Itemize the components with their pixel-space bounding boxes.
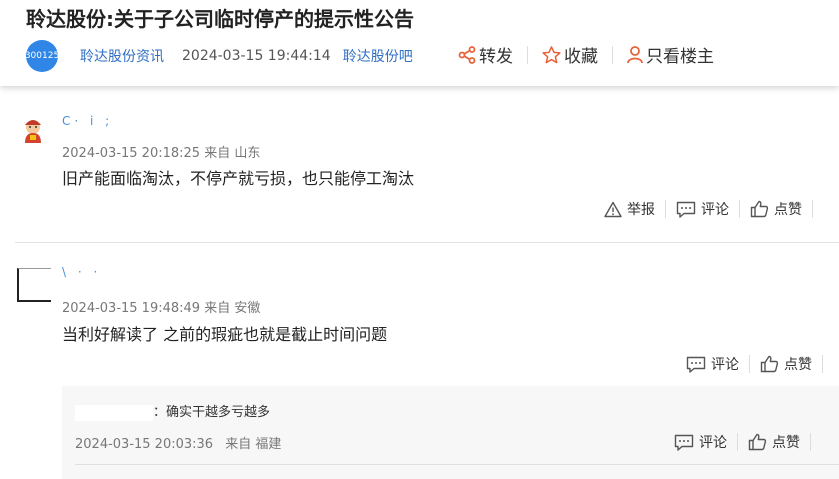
- thumbs-up-icon: [748, 433, 767, 451]
- divider: [737, 433, 738, 451]
- like-label: 点赞: [772, 435, 800, 451]
- avatar[interactable]: [17, 268, 51, 302]
- comment-label: 评论: [701, 202, 729, 218]
- comment-divider: [15, 242, 839, 243]
- reply-time: 2024-03-15 20:03:36 来自 福建: [75, 433, 281, 452]
- comment-timestamp: 2024-03-15 20:18:25: [62, 146, 201, 161]
- comment-icon: [674, 434, 694, 451]
- reply-text: ：确实干越多亏越多: [153, 405, 271, 420]
- comment-time: 2024-03-15 20:18:25 来自 山东: [62, 142, 260, 161]
- avatar[interactable]: [20, 117, 46, 143]
- divider: [810, 433, 811, 451]
- only-op-button[interactable]: 只看楼主: [627, 42, 714, 67]
- thumbs-up-icon: [760, 355, 779, 373]
- from-label: 来自: [204, 301, 231, 316]
- avatar-figure-icon: [25, 120, 41, 143]
- share-icon: [458, 45, 476, 64]
- username[interactable]: \ · ·: [62, 265, 101, 279]
- stock-avatar[interactable]: 300125: [25, 40, 59, 72]
- from-label: 来自: [204, 146, 231, 161]
- comment-label: 评论: [699, 435, 727, 451]
- favorite-button[interactable]: 收藏: [542, 42, 598, 67]
- favorite-label: 收藏: [564, 47, 598, 67]
- comment-text: 旧产能面临淘汰，不停产就亏损，也只能停工淘汰: [62, 169, 415, 188]
- post-time: 2024-03-15 19:44:14: [182, 48, 331, 64]
- only-op-label: 只看楼主: [646, 47, 714, 67]
- from-label: 来自: [225, 437, 252, 452]
- share-label: 转发: [479, 47, 513, 67]
- comment-button[interactable]: 评论: [676, 199, 729, 219]
- user-icon: [627, 45, 643, 63]
- comment-icon: [676, 201, 696, 218]
- reply-timestamp: 2024-03-15 20:03:36: [75, 437, 214, 452]
- divider: [612, 45, 613, 64]
- comment-label: 评论: [711, 357, 739, 373]
- report-label: 举报: [627, 202, 655, 218]
- star-icon: [542, 45, 561, 63]
- post-header: 聆达股份:关于子公司临时停产的提示性公告 300125 聆达股份资讯 2024-…: [0, 0, 839, 86]
- thumbs-up-icon: [750, 200, 769, 218]
- reply-line: ：确实干越多亏越多: [75, 401, 270, 421]
- comment-timestamp: 2024-03-15 19:48:49: [62, 301, 201, 316]
- bar-link[interactable]: 聆达股份吧: [343, 46, 413, 66]
- post-title: 聆达股份:关于子公司临时停产的提示性公告: [26, 7, 414, 31]
- divider: [665, 200, 666, 218]
- like-button[interactable]: 点赞: [750, 199, 802, 219]
- comment-button[interactable]: 评论: [686, 354, 739, 374]
- warning-icon: [604, 201, 622, 217]
- like-button[interactable]: 点赞: [748, 432, 800, 452]
- divider: [812, 200, 813, 218]
- comment-icon: [686, 356, 706, 373]
- divider: [822, 355, 823, 373]
- source-link[interactable]: 聆达股份资讯: [80, 46, 164, 66]
- reply-box: ：确实干越多亏越多 2024-03-15 20:03:36 来自 福建 评论 点…: [62, 386, 839, 479]
- like-button[interactable]: 点赞: [760, 354, 812, 374]
- report-button[interactable]: 举报: [604, 199, 655, 219]
- reply-divider: [75, 464, 839, 465]
- location: 安徽: [234, 301, 261, 316]
- reply-actions: 评论 点赞: [674, 432, 821, 452]
- divider: [527, 45, 528, 64]
- divider: [739, 200, 740, 218]
- comment-text: 当利好解读了 之前的瑕疵也就是截止时间问题: [62, 325, 388, 344]
- location: 福建: [255, 437, 282, 452]
- reply-username[interactable]: [75, 404, 153, 421]
- like-label: 点赞: [774, 202, 802, 218]
- divider: [749, 355, 750, 373]
- comment-button[interactable]: 评论: [674, 432, 727, 452]
- username[interactable]: C· i ;: [62, 114, 113, 128]
- comment-time: 2024-03-15 19:48:49 来自 安徽: [62, 297, 260, 316]
- comment-actions: 评论 点赞: [686, 354, 833, 374]
- post-meta: 300125 聆达股份资讯 2024-03-15 19:44:14 聆达股份吧: [25, 40, 413, 72]
- comment-actions: 举报 评论 点赞: [604, 199, 823, 219]
- share-button[interactable]: 转发: [458, 42, 513, 67]
- post-actions: 转发 收藏 只看楼主: [458, 42, 714, 67]
- like-label: 点赞: [784, 357, 812, 373]
- location: 山东: [234, 146, 261, 161]
